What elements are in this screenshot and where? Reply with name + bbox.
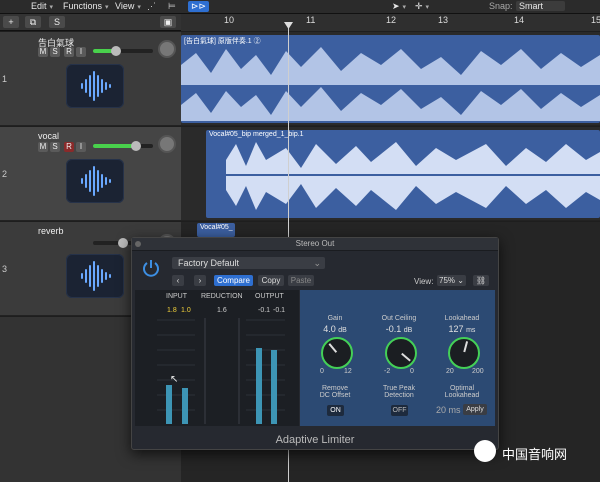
track-icon [66, 64, 124, 108]
global-tracks-icon[interactable]: ▣ [160, 16, 176, 28]
playhead-follow-icon[interactable]: ⊳⊳ [188, 1, 210, 12]
pan-knob[interactable] [158, 40, 176, 58]
dc-offset-toggle[interactable]: ON [327, 405, 344, 416]
lookahead-value[interactable]: 127 ms [432, 324, 492, 334]
gain-knob[interactable] [321, 337, 353, 369]
region-waveform [181, 47, 600, 121]
plugin-window: Stereo Out Factory Default ⌄ ‹ › Compare … [131, 237, 499, 450]
track-icon [66, 159, 124, 203]
waveform-icon [81, 166, 111, 196]
wechat-logo-icon [474, 440, 496, 462]
ceiling-min: -2 [384, 368, 391, 375]
menu-view[interactable]: View ▾ [115, 1, 141, 11]
ruler[interactable]: 10 11 12 13 14 15 [181, 14, 600, 31]
track-icon [66, 254, 124, 298]
lookahead-label: Lookahead [444, 315, 480, 322]
meter-section: INPUT REDUCTION OUTPUT 1.8 1.0 1.6 -0.1 … [135, 290, 299, 426]
volume-fader[interactable] [93, 141, 153, 151]
track-name[interactable]: vocal [38, 131, 59, 141]
region-waveform [226, 142, 600, 210]
flex-icon[interactable]: ⋰ [147, 1, 156, 12]
mute-button[interactable]: M [38, 47, 48, 57]
ruler-mark: 12 [386, 15, 397, 25]
apply-button[interactable]: Apply [463, 404, 487, 415]
snap-label: Snap: [489, 1, 513, 11]
track-lane-1[interactable]: [告白氣球] 原版伴奏.1 ② [181, 32, 600, 126]
power-icon[interactable] [141, 258, 161, 278]
optimal-lookahead-value: 20 ms [436, 405, 461, 415]
paste-button[interactable]: Paste [288, 275, 314, 286]
lookahead-max: 200 [472, 368, 484, 375]
true-peak-toggle[interactable]: OFF [391, 405, 408, 416]
pointer-tool-icon[interactable]: ➤ ▾ [392, 1, 406, 12]
watermark-text: 中国音响网 [502, 447, 568, 462]
ceiling-label: Out Ceiling [381, 315, 417, 322]
track-number: 1 [2, 74, 8, 84]
volume-fader[interactable] [93, 46, 153, 56]
pan-knob[interactable] [158, 135, 176, 153]
copy-button[interactable]: Copy [258, 275, 284, 286]
waveform-icon [81, 71, 111, 101]
mouse-cursor-icon: ↖ [170, 374, 179, 385]
compare-button[interactable]: Compare [214, 275, 253, 286]
view-zoom-select[interactable]: 75% ⌄ [437, 275, 466, 286]
audio-region[interactable]: Vocal#05_bip merged_1_bip.1 [206, 130, 600, 218]
gain-label: Gain [327, 315, 343, 322]
prev-preset-button[interactable]: ‹ [172, 275, 184, 286]
audio-region[interactable]: Vocal#05_ [197, 223, 235, 237]
solo-all-button[interactable]: S [49, 16, 65, 28]
ceiling-max: 0 [410, 368, 414, 375]
catch-icon[interactable]: ⊨ [168, 1, 176, 12]
link-icon[interactable]: ⛓ [473, 275, 489, 286]
mute-button[interactable]: M [38, 142, 48, 152]
view-label: View: [414, 277, 434, 286]
solo-button[interactable]: S [50, 142, 60, 152]
input-monitor-button[interactable]: I [76, 142, 86, 152]
lookahead-min: 20 [446, 368, 454, 375]
gain-min: 0 [320, 368, 324, 375]
ruler-mark: 13 [438, 15, 449, 25]
record-button[interactable]: R [64, 47, 74, 57]
plugin-title-bar[interactable]: Stereo Out [132, 238, 498, 251]
menu-edit[interactable]: Edit ▾ [31, 1, 53, 11]
ruler-mark: 10 [224, 15, 235, 25]
ceiling-knob[interactable] [385, 337, 417, 369]
lookahead-knob[interactable] [448, 337, 480, 369]
add-track-button[interactable]: + [3, 16, 19, 28]
snap-select[interactable]: Smart [516, 1, 566, 11]
track-header-2[interactable]: 2 vocal M S R I [0, 127, 181, 221]
ruler-mark: 15 [591, 15, 600, 25]
waveform-icon [81, 261, 111, 291]
true-peak-label: True Peak Detection [382, 385, 416, 399]
ruler-mark: 11 [306, 15, 316, 25]
next-preset-button[interactable]: › [194, 275, 206, 286]
dc-offset-label: Remove DC Offset [319, 385, 351, 399]
menu-functions[interactable]: Functions ▾ [63, 1, 109, 11]
ceiling-value[interactable]: -0.1 dB [369, 324, 429, 334]
track-header-1[interactable]: 1 告白氣球 M S R I [0, 32, 181, 126]
crosshair-tool-icon[interactable]: ✛ ▾ [415, 1, 429, 12]
plugin-name: Adaptive Limiter [275, 434, 355, 446]
audio-region[interactable]: [告白氣球] 原版伴奏.1 ② [181, 35, 600, 123]
track-name[interactable]: reverb [38, 226, 64, 236]
duplicate-icon[interactable]: ⧉ [25, 16, 41, 28]
menu-bar: Edit ▾ Functions ▾ View ▾ ⋰ ⊨ ⊳⊳ ➤ ▾ ✛ ▾ Snap… [0, 0, 600, 14]
solo-button[interactable]: S [50, 47, 60, 57]
gain-value[interactable]: 4.0 dB [305, 324, 365, 334]
gain-max: 12 [344, 368, 352, 375]
ruler-mark: 14 [514, 15, 525, 25]
region-title: Vocal#05_ [200, 224, 233, 231]
record-button[interactable]: R [64, 142, 74, 152]
input-monitor-button[interactable]: I [76, 47, 86, 57]
track-number: 3 [2, 264, 8, 274]
controls-section: Gain 4.0 dB 0 12 Out Ceiling -0.1 dB -2 … [300, 290, 495, 426]
preset-menu[interactable]: Factory Default ⌄ [172, 257, 325, 269]
window-title: Stereo Out [295, 239, 335, 248]
optimal-lookahead-label: Optimal Lookahead [444, 385, 480, 399]
meter-scales [157, 318, 285, 424]
track-lane-2[interactable]: Vocal#05_bip merged_1_bip.1 [181, 127, 600, 221]
track-number: 2 [2, 169, 8, 179]
